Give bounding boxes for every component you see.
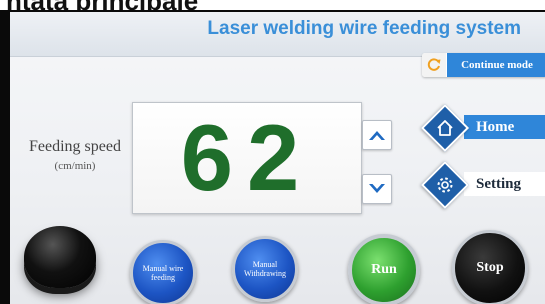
setting-label: Setting xyxy=(464,172,545,196)
speed-up-button[interactable] xyxy=(362,120,392,150)
feeding-speed-label: Feeding speed xyxy=(29,138,121,155)
home-icon xyxy=(430,113,460,143)
run-label: Run xyxy=(371,262,397,277)
gear-icon xyxy=(430,170,460,200)
manual-wire-feeding-label-line1: Manual wire xyxy=(142,264,184,273)
chevron-down-icon xyxy=(369,184,385,193)
stop-label: Stop xyxy=(476,260,504,275)
home-label: Home xyxy=(464,115,545,139)
app-title: Laser welding wire feeding system xyxy=(207,18,521,39)
run-button[interactable]: Run xyxy=(348,234,420,304)
continue-mode-button[interactable]: Continue mode xyxy=(422,53,545,77)
continue-mode-label: Continue mode xyxy=(447,53,545,77)
manual-withdrawing-label-line1: Manual xyxy=(252,260,278,269)
manual-wire-feeding-button[interactable]: Manual wire feeding xyxy=(130,240,196,304)
header-bar: Laser welding wire feeding system xyxy=(10,12,545,57)
manual-withdrawing-label-line2: Withdrawing xyxy=(244,269,286,278)
hmi-screen: Laser welding wire feeding system Contin… xyxy=(10,12,545,304)
speed-down-button[interactable] xyxy=(362,174,392,204)
feeding-speed-display: 62 xyxy=(132,102,362,214)
home-button[interactable]: Home xyxy=(420,103,545,153)
feeding-speed-unit: (cm/min) xyxy=(54,160,96,172)
manual-withdrawing-button[interactable]: Manual Withdrawing xyxy=(232,236,298,302)
refresh-icon xyxy=(422,53,446,77)
setting-button[interactable]: Setting xyxy=(420,160,545,210)
chevron-up-icon xyxy=(369,131,385,140)
manual-wire-feeding-label-line2: feeding xyxy=(151,273,175,282)
stop-button[interactable]: Stop xyxy=(452,230,528,304)
feeding-speed-value: 62 xyxy=(180,105,314,210)
emergency-stop-button[interactable] xyxy=(24,226,96,288)
